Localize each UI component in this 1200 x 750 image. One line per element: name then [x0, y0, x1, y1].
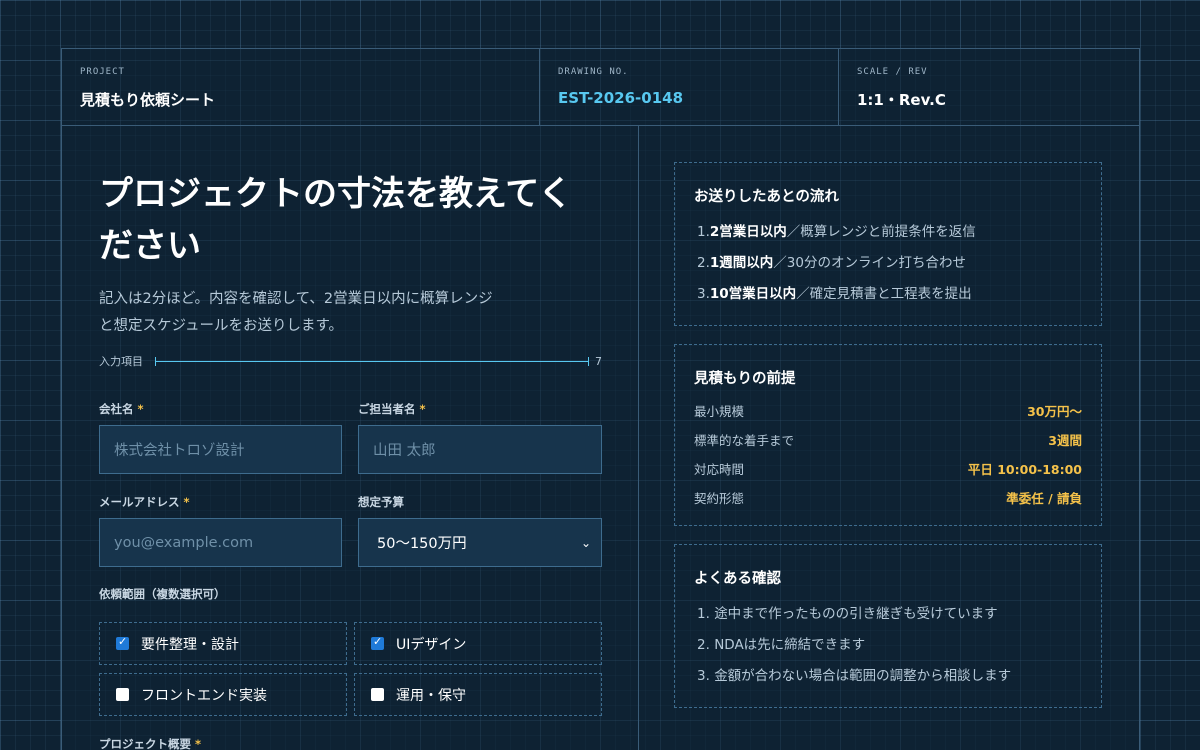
premise-row: 対応時間 平日 10:00-18:00: [694, 462, 1082, 477]
faq-card: よくある確認 1. 途中まで作ったものの引き継ぎも受けています 2. NDAは先…: [674, 544, 1102, 708]
faq-title: よくある確認: [694, 571, 781, 587]
budget-select[interactable]: 50〜150万円 ⌄: [358, 518, 602, 567]
scope-option-frontend[interactable]: フロントエンド実装: [99, 673, 347, 716]
checkbox-unchecked-icon[interactable]: [116, 688, 129, 701]
project-name: 見積もり依頼シート: [80, 91, 216, 109]
project-label: PROJECT: [80, 67, 125, 77]
faq-item: 3. 金額が合わない場合は範囲の調整から相談します: [697, 668, 1012, 684]
contact-input[interactable]: 山田 太郎: [358, 425, 602, 474]
premise-title: 見積もりの前提: [694, 371, 796, 387]
title-block-drawing: DRAWING NO. EST-2026-0148: [540, 49, 839, 125]
field-counter-count: 7: [595, 354, 602, 368]
intro-text: 記入は2分ほど。内容を確認して、2営業日以内に概算レンジと想定スケジュールをお送…: [99, 291, 493, 334]
drawing-label: DRAWING NO.: [558, 67, 629, 77]
flow-card: お送りしたあとの流れ 1.2営業日以内／概算レンジと前提条件を返信 2.1週間以…: [674, 162, 1102, 326]
required-mark: *: [419, 402, 426, 416]
column-divider: [638, 126, 639, 750]
overview-label-group: プロジェクト概要 *: [99, 736, 201, 750]
required-mark: *: [183, 495, 190, 509]
flow-step: 3.10営業日以内／確定見積書と工程表を提出: [697, 286, 972, 302]
request-form: プロジェクトの寸法を教えてください 記入は2分ほど。内容を確認して、2営業日以内…: [99, 126, 602, 750]
premise-row: 契約形態 準委任 / 請負: [694, 491, 1082, 506]
overview-label: プロジェクト概要: [99, 737, 191, 750]
premise-row: 標準的な着手まで 3週間: [694, 433, 1082, 448]
field-counter: 入力項目 7: [99, 352, 602, 370]
faq-item: 2. NDAは先に締結できます: [697, 637, 866, 653]
required-mark: *: [137, 402, 144, 416]
title-block: PROJECT 見積もり依頼シート DRAWING NO. EST-2026-0…: [62, 49, 1139, 126]
email-input[interactable]: you@example.com: [99, 518, 342, 567]
contact-label: ご担当者名: [358, 402, 416, 416]
dimension-line: [155, 356, 589, 366]
flow-title: お送りしたあとの流れ: [694, 189, 839, 205]
checkbox-checked-icon[interactable]: [116, 635, 129, 650]
checkbox-checked-icon[interactable]: [371, 635, 384, 650]
premise-row: 最小規模 30万円〜: [694, 404, 1082, 419]
scope-option-ui-design[interactable]: UIデザイン: [354, 622, 602, 665]
budget-label: 想定予算: [358, 495, 404, 509]
checkbox-unchecked-icon[interactable]: [371, 688, 384, 701]
estimate-sheet: PROJECT 見積もり依頼シート DRAWING NO. EST-2026-0…: [61, 48, 1140, 750]
scope-label: 依頼範囲（複数選択可）: [99, 587, 226, 601]
scope-option-requirements[interactable]: 要件整理・設計: [99, 622, 347, 665]
company-input[interactable]: 株式会社トロゾ設計: [99, 425, 342, 474]
company-field-group: 会社名 * 株式会社トロゾ設計: [99, 401, 342, 474]
flow-step: 2.1週間以内／30分のオンライン打ち合わせ: [697, 255, 966, 271]
title-block-scale: SCALE / REV 1:1・Rev.C: [839, 49, 1139, 125]
premise-card: 見積もりの前提 最小規模 30万円〜 標準的な着手まで 3週間 対応時間 平日 10:…: [674, 344, 1102, 526]
scale-value: 1:1・Rev.C: [857, 91, 946, 109]
budget-select-value: 50〜150万円: [377, 536, 467, 552]
company-label: 会社名: [99, 402, 134, 416]
drawing-number: EST-2026-0148: [558, 89, 684, 107]
field-counter-label: 入力項目: [99, 355, 143, 368]
title-block-project: PROJECT 見積もり依頼シート: [62, 49, 540, 125]
email-label: メールアドレス: [99, 495, 180, 509]
budget-field-group: 想定予算 50〜150万円 ⌄: [358, 494, 602, 567]
faq-item: 1. 途中まで作ったものの引き継ぎも受けています: [697, 606, 998, 622]
flow-step: 1.2営業日以内／概算レンジと前提条件を返信: [697, 224, 976, 240]
required-mark: *: [195, 737, 202, 750]
email-field-group: メールアドレス * you@example.com: [99, 494, 342, 567]
contact-field-group: ご担当者名 * 山田 太郎: [358, 401, 602, 474]
chevron-down-icon: ⌄: [580, 535, 591, 550]
page-title: プロジェクトの寸法を教えてください: [99, 174, 573, 266]
scope-option-maintenance[interactable]: 運用・保守: [354, 673, 602, 716]
scale-label: SCALE / REV: [857, 67, 928, 77]
